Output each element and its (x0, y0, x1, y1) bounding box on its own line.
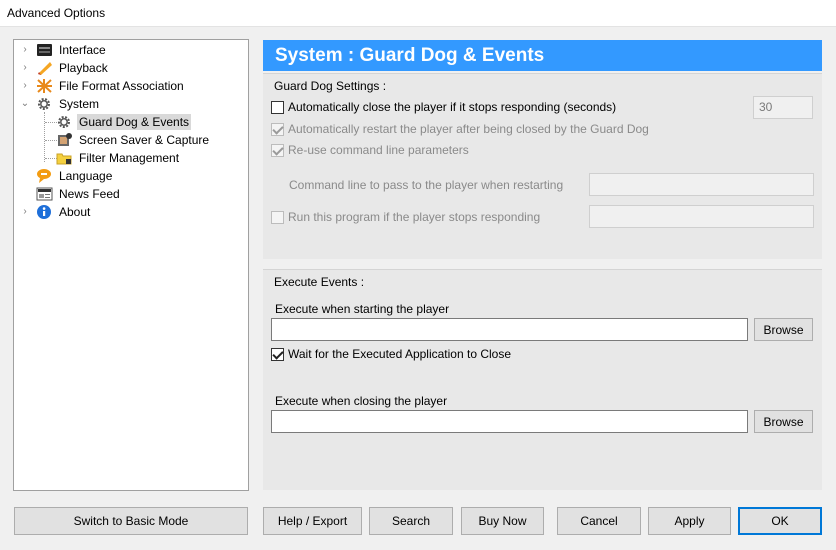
tree-item-playback[interactable]: › Playback (23, 59, 110, 77)
tree-item-news-feed[interactable]: News Feed (36, 185, 122, 203)
auto-close-option[interactable]: Automatically close the player if it sto… (271, 100, 616, 114)
auto-close-checkbox[interactable] (271, 100, 284, 114)
options-tree[interactable]: › Interface › Playback › File Format Ass… (13, 39, 249, 491)
chevron-right-icon[interactable]: › (18, 204, 32, 220)
switch-basic-mode-button[interactable]: Switch to Basic Mode (14, 507, 248, 535)
seconds-input[interactable]: 30 (753, 96, 813, 119)
info-icon (36, 204, 53, 220)
tree-item-filter-management[interactable]: Filter Management (56, 149, 181, 167)
window-titlebar: Advanced Options (0, 0, 836, 27)
chevron-right-icon[interactable]: › (18, 78, 32, 94)
wait-close-option[interactable]: Wait for the Executed Application to Clo… (271, 347, 511, 361)
ok-button[interactable]: OK (738, 507, 822, 535)
tree-item-label: News Feed (59, 187, 120, 201)
tree-item-label: File Format Association (59, 79, 184, 93)
tree-item-label: System (59, 97, 100, 111)
start-exec-input[interactable] (271, 318, 748, 341)
tree-item-system[interactable]: ⌄ System (21, 95, 101, 113)
auto-restart-option[interactable]: Automatically restart the player after b… (271, 122, 649, 136)
file-format-icon (36, 78, 53, 94)
run-program-label: Run this program if the player stops res… (288, 210, 541, 224)
auto-restart-label: Automatically restart the player after b… (288, 122, 649, 136)
run-program-checkbox[interactable] (271, 210, 284, 224)
tree-item-label: About (59, 205, 91, 219)
auto-close-label: Automatically close the player if it sto… (288, 100, 617, 114)
tree-item-label: Interface (59, 43, 106, 57)
tree-item-guard-dog[interactable]: Guard Dog & Events (56, 113, 192, 131)
tree-item-label: Guard Dog & Events (77, 114, 192, 130)
tree-connector (44, 112, 45, 162)
chevron-down-icon[interactable]: ⌄ (18, 96, 32, 112)
tree-item-screen-saver[interactable]: Screen Saver & Capture (56, 131, 211, 149)
tree-item-label: Filter Management (79, 151, 180, 165)
buy-now-button[interactable]: Buy Now (461, 507, 544, 535)
start-exec-label: Execute when starting the player (275, 302, 450, 316)
browse-close-button[interactable]: Browse (754, 410, 813, 433)
run-program-option[interactable]: Run this program if the player stops res… (271, 210, 540, 224)
interface-icon (36, 42, 53, 58)
cmdline-label: Command line to pass to the player when … (289, 178, 564, 192)
reuse-params-checkbox[interactable] (271, 143, 284, 157)
wait-close-label: Wait for the Executed Application to Clo… (288, 347, 512, 361)
tree-item-file-format[interactable]: › File Format Association (23, 77, 186, 95)
page-title: System : Guard Dog & Events (263, 40, 822, 71)
apply-button[interactable]: Apply (648, 507, 731, 535)
filter-folder-icon (56, 150, 73, 166)
language-icon (36, 168, 53, 184)
reuse-params-option[interactable]: Re-use command line parameters (271, 143, 469, 157)
window-title: Advanced Options (7, 6, 106, 20)
close-exec-label: Execute when closing the player (275, 394, 448, 408)
gear-icon (36, 96, 53, 112)
tree-item-label: Screen Saver & Capture (79, 133, 210, 147)
help-export-button[interactable]: Help / Export (263, 507, 362, 535)
close-exec-input[interactable] (271, 410, 748, 433)
cmdline-input[interactable] (589, 173, 814, 196)
search-button[interactable]: Search (369, 507, 453, 535)
tree-item-about[interactable]: › About (23, 203, 92, 221)
gear-icon (56, 114, 73, 130)
tree-item-label: Playback (59, 61, 108, 75)
reuse-params-label: Re-use command line parameters (288, 143, 469, 157)
tree-item-interface[interactable]: › Interface (23, 41, 108, 59)
chevron-right-icon[interactable]: › (18, 60, 32, 76)
tree-item-label: Language (59, 169, 113, 183)
browse-start-button[interactable]: Browse (754, 318, 813, 341)
chevron-right-icon[interactable]: › (18, 42, 32, 58)
group-title: Execute Events : (274, 275, 365, 289)
playback-icon (36, 60, 53, 76)
cancel-button[interactable]: Cancel (557, 507, 641, 535)
auto-restart-checkbox[interactable] (271, 122, 284, 136)
run-program-input[interactable] (589, 205, 814, 228)
group-title: Guard Dog Settings : (274, 79, 387, 93)
wait-close-checkbox[interactable] (271, 347, 284, 361)
news-icon (36, 186, 53, 202)
screen-capture-icon (56, 132, 73, 148)
tree-item-language[interactable]: Language (36, 167, 114, 185)
